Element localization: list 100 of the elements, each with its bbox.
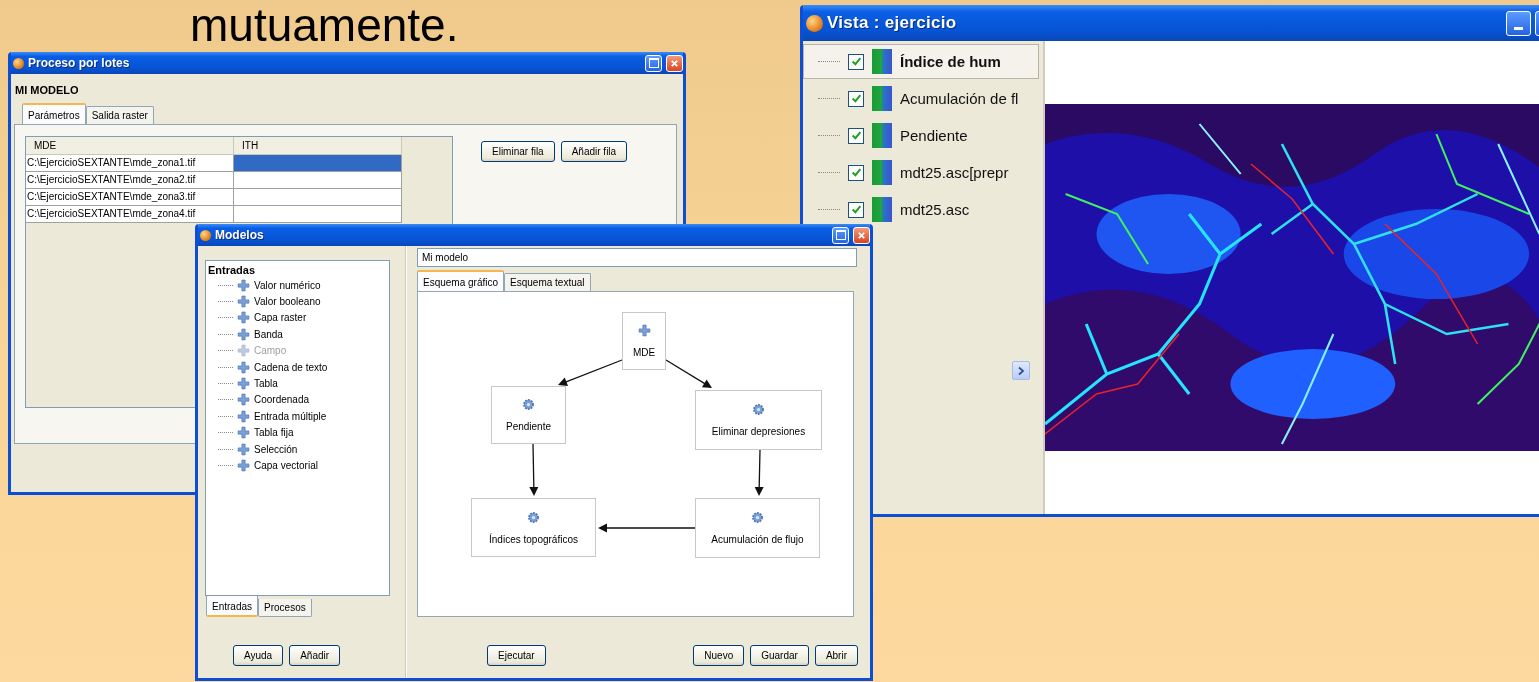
table-action-button[interactable]: Añadir fila [560,141,628,162]
plus-icon [237,426,250,440]
node-label: Pendiente [505,421,551,432]
close-icon [670,58,679,68]
gear-icon [522,398,535,411]
layer-checkbox[interactable] [848,53,864,70]
layer-item[interactable]: Pendiente [803,118,1039,153]
layer-item[interactable]: Índice de hum [803,44,1039,79]
maximize-button[interactable] [645,54,662,72]
node-label: Eliminar depresiones [711,426,806,437]
table-cell: C:\EjercicioSEXTANTE\mde_zona1.tif [26,155,234,172]
tab[interactable]: Salida raster [85,106,154,124]
tree-item[interactable]: Entrada múltiple [208,408,387,425]
layer-checkbox[interactable] [848,164,864,181]
slide-heading: mutuamente. [190,1,459,49]
tab[interactable]: Parámetros [22,103,86,124]
table-cell[interactable] [234,189,402,206]
diagram-node[interactable]: MDE [622,312,666,370]
color-ramp-icon [872,86,892,111]
tree-item[interactable]: Valor numérico [208,277,387,294]
action-button[interactable]: Guardar [750,645,809,666]
plus-icon [237,459,250,472]
chevron-right-icon [1016,365,1026,376]
node-label: Índices topográficos [489,533,578,545]
layer-checkbox[interactable] [848,90,864,107]
table-cell: C:\EjercicioSEXTANTE\mde_zona3.tif [26,189,234,206]
window-title: Proceso por lotes [28,56,130,70]
tree-item[interactable]: Cadena de texto [208,358,387,376]
gear-icon [751,511,764,524]
node-label: Acumulación de flujo [711,534,804,545]
tree-item[interactable]: Capa vectorial [208,457,387,474]
tab[interactable]: Esquema gráfico [417,270,505,291]
scroll-right-button[interactable] [1012,361,1030,380]
close-button[interactable] [853,226,870,244]
table-cell: C:\EjercicioSEXTANTE\mde_zona2.tif [26,172,234,189]
tab[interactable]: Procesos [258,599,312,617]
gear-icon [527,510,540,524]
connector-arrow [529,443,539,496]
table-cell: C:\EjercicioSEXTANTE\mde_zona4.tif [26,206,234,223]
model-name: MI MODELO [15,84,80,96]
tab[interactable]: Esquema textual [504,273,591,291]
app-icon [806,14,823,32]
check-icon [850,167,862,178]
plus-icon [237,278,250,292]
diagram-node[interactable]: Pendiente [491,386,566,444]
diagram-node[interactable]: Acumulación de flujo [695,498,820,558]
connector-arrow [665,359,712,388]
layer-item[interactable]: mdt25.asc [803,192,1039,227]
column-header[interactable]: ITH [234,137,402,155]
window-title: Vista : ejercicio [827,13,957,33]
color-ramp-icon [872,160,892,185]
table-cell[interactable] [234,172,402,189]
column-header[interactable]: MDE [26,137,234,155]
connector-arrow [558,359,623,386]
run-button[interactable]: Ejecutar [487,645,546,666]
app-icon [13,57,24,69]
plus-icon [237,311,250,325]
table-action-button[interactable]: Eliminar fila [481,141,555,162]
tab[interactable]: Entradas [206,596,259,617]
tree-item[interactable]: Valor booleano [208,293,387,310]
diagram-node[interactable]: Índices topográficos [471,498,596,557]
close-icon [857,230,866,240]
plus-icon [237,327,250,341]
check-icon [850,93,862,104]
plus-icon [237,295,250,309]
plus-icon [237,393,250,407]
layer-item[interactable]: Acumulación de fl [803,81,1039,116]
plus-icon [237,344,250,358]
plus-icon [637,324,651,337]
action-button[interactable]: Abrir [814,645,858,666]
tree-root[interactable]: Entradas [208,264,387,277]
layer-checkbox[interactable] [848,127,864,144]
table-cell[interactable] [234,155,402,172]
model-name-field[interactable]: Mi modelo [417,248,857,267]
tree-item[interactable]: Capa raster [208,309,387,327]
diagram-node[interactable]: Eliminar depresiones [695,390,822,450]
window-title: Modelos [215,228,264,242]
color-ramp-icon [872,197,892,222]
minimize-button[interactable] [1506,10,1531,36]
check-icon [850,130,862,141]
tree-item[interactable]: Selección [208,440,387,458]
tree-item[interactable]: Coordenada [208,391,387,409]
node-label: MDE [632,347,656,358]
action-button[interactable]: Nuevo [693,645,745,666]
check-icon [850,204,862,215]
action-button[interactable]: Añadir [289,645,341,666]
plus-icon [237,377,250,391]
tree-item[interactable]: Tabla fija [208,424,387,441]
layer-checkbox[interactable] [848,201,864,218]
maximize-button[interactable] [832,226,849,244]
plus-icon [237,442,250,456]
table-cell[interactable] [234,206,402,223]
tree-item[interactable]: Banda [208,326,387,343]
layer-item[interactable]: mdt25.asc[prepr [803,155,1039,190]
tree-item[interactable]: Tabla [208,375,387,392]
connector-arrow [754,449,764,496]
close-button[interactable] [666,54,683,72]
action-button[interactable]: Ayuda [233,645,284,666]
check-icon [850,56,862,67]
gear-icon [752,403,765,416]
